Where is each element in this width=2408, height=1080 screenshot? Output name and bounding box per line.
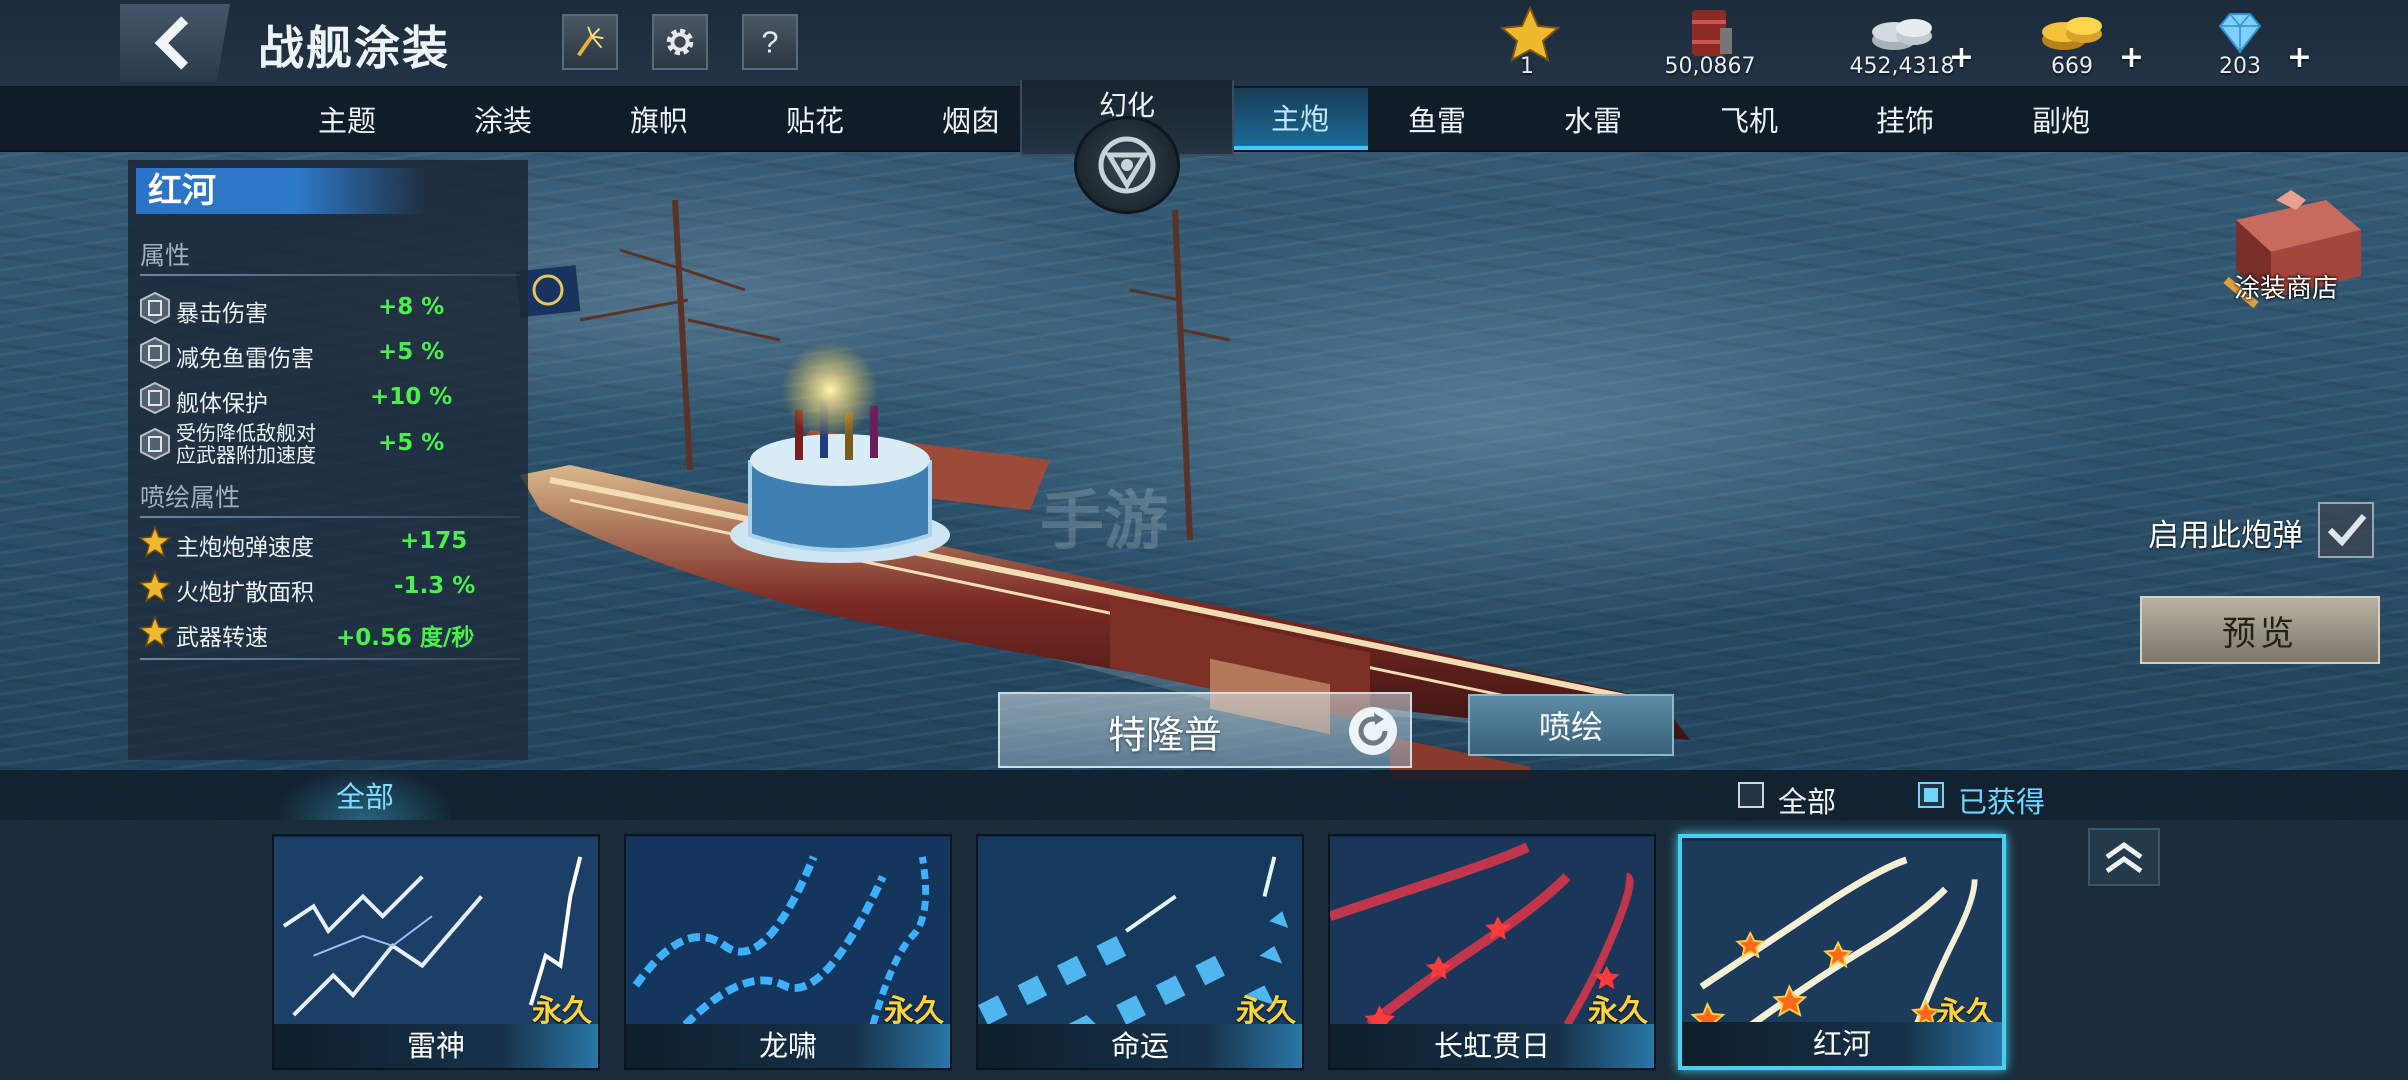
tab-ornament[interactable]: 挂饰 bbox=[1830, 88, 1980, 150]
fireworks-icon bbox=[577, 26, 604, 57]
add-silver-button[interactable]: + bbox=[1949, 40, 1974, 75]
fireworks-button[interactable] bbox=[562, 14, 618, 70]
tab-flag[interactable]: 旗帜 bbox=[584, 88, 734, 150]
armor-shield-icon bbox=[140, 381, 170, 415]
gold-star-icon bbox=[138, 615, 172, 648]
gold-star-icon bbox=[138, 570, 172, 603]
help-button[interactable]: ? bbox=[742, 14, 798, 70]
gold-star-icon bbox=[138, 525, 172, 558]
checkmark-icon bbox=[2327, 514, 2367, 547]
filter-owned-label[interactable]: 已获得 bbox=[1958, 779, 2045, 821]
fuel-value: 50,0867 bbox=[1664, 54, 1756, 79]
attributes-heading: 属性 bbox=[140, 241, 191, 270]
tab-aircraft[interactable]: 飞机 bbox=[1674, 88, 1824, 150]
add-gold-button[interactable]: + bbox=[2119, 40, 2144, 75]
skin-card-fate[interactable]: 永久 命运 bbox=[976, 834, 1304, 1070]
preview-button[interactable]: 预览 bbox=[2140, 596, 2380, 664]
card-name: 命运 bbox=[978, 1024, 1302, 1068]
resource-fuel: 50,0867 bbox=[1630, 0, 1790, 86]
skin-attribute-panel: 红河 属性 暴击伤害 +8 % 减免鱼雷伤害 +5 % 舰体保护 +10 % 受… bbox=[128, 160, 528, 760]
filter-owned-checkbox[interactable] bbox=[1918, 782, 1944, 808]
filter-all-checkbox[interactable] bbox=[1738, 782, 1764, 808]
divider bbox=[140, 658, 520, 660]
tab-theme[interactable]: 主题 bbox=[272, 88, 422, 150]
collapse-panel-button[interactable] bbox=[2088, 828, 2160, 886]
svg-text:?: ? bbox=[762, 25, 779, 59]
stars-value: 1 bbox=[1520, 54, 1534, 79]
enable-shell-label: 启用此炮弹 bbox=[2148, 518, 2303, 554]
armor-shield-icon bbox=[140, 427, 170, 461]
paint-attribute-row: 武器转速 +0.56 度/秒 bbox=[138, 612, 518, 652]
skin-name: 红河 bbox=[136, 168, 426, 214]
paint-attributes-heading: 喷绘属性 bbox=[140, 483, 241, 512]
skin-card-dragon-roar[interactable]: 永久 龙啸 bbox=[624, 834, 952, 1070]
armor-shield-icon bbox=[140, 291, 170, 325]
divider bbox=[140, 274, 520, 276]
paint-shop-label[interactable]: 涂装商店 bbox=[2234, 268, 2338, 305]
question-mark-icon: ? bbox=[762, 25, 779, 59]
battleship-model bbox=[515, 199, 1690, 780]
ship-name-bar: 特隆普 bbox=[998, 692, 1412, 768]
attribute-row: 暴击伤害 +8 % bbox=[138, 288, 518, 328]
double-chevron-up-icon bbox=[2105, 841, 2143, 874]
skin-card-red-river[interactable]: 永久 红河 bbox=[1678, 834, 2006, 1070]
card-name: 红河 bbox=[1682, 1022, 2002, 1066]
resource-silver: 452,4318 + bbox=[1822, 0, 1982, 86]
tab-mine[interactable]: 水雷 bbox=[1518, 88, 1668, 150]
transform-emblem[interactable] bbox=[1074, 116, 1180, 214]
ship-name: 特隆普 bbox=[1107, 713, 1222, 757]
armor-shield-icon bbox=[140, 336, 170, 370]
back-button[interactable] bbox=[120, 4, 230, 82]
card-name: 雷神 bbox=[274, 1024, 598, 1068]
settings-button[interactable] bbox=[652, 14, 708, 70]
gear-icon bbox=[666, 28, 694, 56]
attribute-row: 受伤降低敌舰对 应武器附加速度 +5 % bbox=[138, 422, 518, 466]
attribute-row: 减免鱼雷伤害 +5 % bbox=[138, 333, 518, 373]
tab-main-gun[interactable]: 主炮 bbox=[1232, 88, 1368, 150]
triangle-emblem-icon bbox=[1098, 136, 1156, 194]
tab-torpedo[interactable]: 鱼雷 bbox=[1362, 88, 1512, 150]
card-name: 长虹贯日 bbox=[1330, 1024, 1654, 1068]
watermark-text: 手游 bbox=[1040, 485, 1168, 559]
refresh-button[interactable] bbox=[1346, 704, 1400, 758]
spray-paint-button[interactable]: 喷绘 bbox=[1468, 694, 1674, 756]
divider bbox=[140, 516, 520, 518]
resource-diamonds: 203 + bbox=[2160, 0, 2320, 86]
enable-shell-checkbox[interactable] bbox=[2318, 502, 2374, 558]
top-bar: 战舰涂装 ? 1 50,0867 452,4318 + 669 + 203 + bbox=[0, 0, 2408, 88]
filter-all-label[interactable]: 全部 bbox=[1778, 779, 1836, 821]
resource-stars: 1 bbox=[1450, 0, 1610, 86]
tab-secondary-gun[interactable]: 副炮 bbox=[1986, 88, 2136, 150]
tab-all-categories[interactable]: 全部 bbox=[280, 770, 450, 820]
refresh-icon bbox=[1349, 707, 1397, 755]
page-title: 战舰涂装 bbox=[258, 21, 450, 75]
paint-attribute-row: 主炮炮弹速度 +175 bbox=[138, 522, 518, 562]
card-name: 龙啸 bbox=[626, 1024, 950, 1068]
skin-card-thunder-god[interactable]: 永久 雷神 bbox=[272, 834, 600, 1070]
tab-paint[interactable]: 涂装 bbox=[428, 88, 578, 150]
chevron-left-icon bbox=[154, 16, 189, 70]
skin-card-rainbow-sun[interactable]: 永久 长虹贯日 bbox=[1328, 834, 1656, 1070]
resource-gold: 669 + bbox=[1992, 0, 2152, 86]
add-diamonds-button[interactable]: + bbox=[2287, 40, 2312, 75]
tab-decal[interactable]: 贴花 bbox=[740, 88, 890, 150]
attribute-row: 舰体保护 +10 % bbox=[138, 378, 518, 418]
paint-attribute-row: 火炮扩散面积 -1.3 % bbox=[138, 567, 518, 607]
